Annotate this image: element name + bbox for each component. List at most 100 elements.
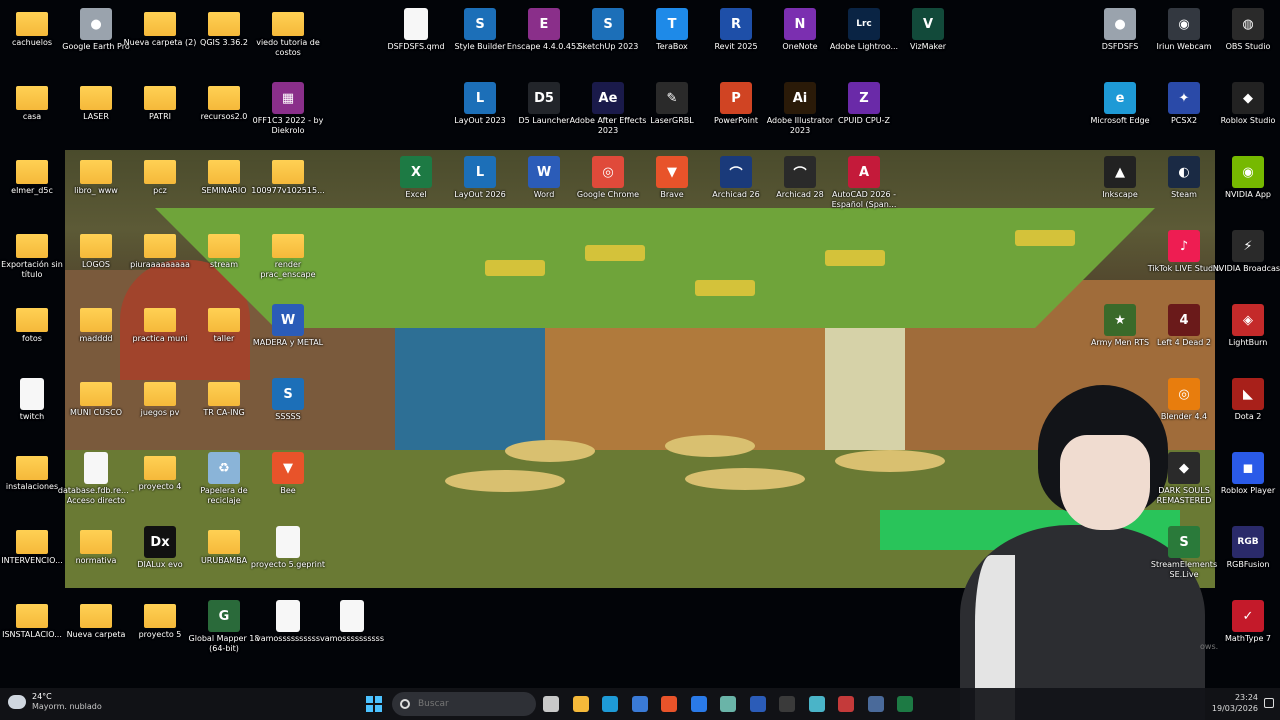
desktop-icon[interactable]: ● DSFDSFS xyxy=(1088,2,1152,74)
desktop-icon[interactable]: proyecto 5.geprint xyxy=(251,520,325,592)
desktop-icon[interactable]: LOGOS xyxy=(64,224,128,296)
vscode-icon[interactable] xyxy=(690,696,707,712)
desktop-icon[interactable]: stream xyxy=(192,224,256,296)
weather-widget[interactable]: 24°C Mayorm. nublado xyxy=(8,692,102,712)
desktop-icon[interactable]: piuraaaaaaaaa xyxy=(128,224,192,296)
desktop-icon[interactable]: ISNSTALACIO... xyxy=(0,594,64,666)
store-icon[interactable] xyxy=(631,696,648,712)
desktop-icon[interactable]: RGB RGBFusion xyxy=(1216,520,1280,592)
desktop-icon[interactable]: ● Google Earth Pro xyxy=(62,2,130,74)
steam-icon[interactable] xyxy=(867,696,884,712)
desktop-icon[interactable]: INTERVENCIO... xyxy=(0,520,64,592)
excel-icon[interactable] xyxy=(897,696,913,712)
desktop-icon[interactable]: S SSSSS xyxy=(256,372,320,444)
desktop-icon[interactable]: DSFDSFS.qmd xyxy=(384,2,448,74)
desktop-icon[interactable]: Nueva carpeta xyxy=(64,594,128,666)
desktop-icon[interactable]: casa xyxy=(0,76,64,148)
desktop-icon[interactable]: T TeraBox xyxy=(640,2,704,74)
desktop-icon[interactable]: fotos xyxy=(0,298,64,370)
desktop-icon[interactable]: taller xyxy=(192,298,256,370)
desktop-icon[interactable]: ◆ DARK SOULS REMASTERED xyxy=(1152,446,1216,518)
desktop-icon[interactable]: ◈ LightBurn xyxy=(1216,298,1280,370)
desktop-icon[interactable]: S SketchUp 2023 xyxy=(576,2,640,74)
desktop-icon[interactable]: ✎ LaserGRBL xyxy=(640,76,704,148)
desktop-icon[interactable]: Z CPUID CPU-Z xyxy=(832,76,896,148)
desktop-icon[interactable]: normativa xyxy=(64,520,128,592)
notification-icon[interactable] xyxy=(1264,698,1274,708)
desktop-icon[interactable]: W MADERA y METAL xyxy=(253,298,323,370)
desktop-icon[interactable]: N OneNote xyxy=(768,2,832,74)
start-button[interactable] xyxy=(366,696,382,712)
vizmaker-icon[interactable] xyxy=(808,696,825,712)
file-explorer-icon[interactable] xyxy=(572,696,589,712)
desktop-icon[interactable]: viedo tutoria de costos xyxy=(256,2,320,74)
desktop-icon[interactable]: ★ Army Men RTS xyxy=(1088,298,1152,370)
desktop-icon[interactable]: database.fdb.re... - Acceso directo xyxy=(58,446,134,518)
desktop-icon[interactable]: A AutoCAD 2026 - Español (Span... xyxy=(832,150,896,222)
desktop-icon[interactable]: libro_ www xyxy=(64,150,128,222)
desktop-icon[interactable]: ▼ Bee xyxy=(256,446,320,518)
desktop-icon[interactable]: Ai Adobe Illustrator 2023 xyxy=(767,76,833,148)
desktop-icon[interactable]: S StreamElements SE.Live xyxy=(1151,520,1217,592)
notepad-icon[interactable] xyxy=(720,696,736,712)
desktop-icon[interactable]: E Enscape 4.4.0.452 xyxy=(507,2,581,74)
desktop-icon[interactable]: ⚡ NVIDIA Broadcast xyxy=(1213,224,1280,296)
desktop-icon[interactable]: X Excel xyxy=(384,150,448,222)
desktop-icon[interactable]: ▲ Inkscape xyxy=(1088,150,1152,222)
desktop-icon[interactable]: W Word xyxy=(512,150,576,222)
desktop-icon[interactable]: L LayOut 2023 xyxy=(448,76,512,148)
desktop-icon[interactable]: P PowerPoint xyxy=(704,76,768,148)
desktop-icon[interactable]: S Style Builder xyxy=(448,2,512,74)
desktop-icon[interactable]: 4 Left 4 Dead 2 xyxy=(1152,298,1216,370)
desktop-icon[interactable]: pcz xyxy=(128,150,192,222)
desktop-icon[interactable]: instalaciones xyxy=(0,446,64,518)
desktop-icon[interactable]: vamossssssssss xyxy=(320,594,384,666)
desktop-icon[interactable]: proyecto 4 xyxy=(128,446,192,518)
desktop-icon[interactable]: ♪ TikTok LIVE Studio xyxy=(1148,224,1220,296)
search-input[interactable] xyxy=(418,699,518,709)
edge-icon[interactable] xyxy=(602,696,618,712)
desktop-icon[interactable]: ⌒ Archicad 26 xyxy=(704,150,768,222)
desktop-icon[interactable]: Lrc Adobe Lightroo... xyxy=(830,2,898,74)
desktop-icon[interactable]: ♻ Papelera de reciclaje xyxy=(192,446,256,518)
desktop-icon[interactable]: URUBAMBA xyxy=(192,520,256,592)
desktop-icon[interactable]: recursos2.0 xyxy=(192,76,256,148)
desktop-icon[interactable]: ▦ 0FF1C3 2022 - by Diekrolo xyxy=(253,76,323,148)
desktop-icon[interactable]: madddd xyxy=(64,298,128,370)
desktop-icon[interactable]: Dx DIALux evo xyxy=(128,520,192,592)
desktop-icon[interactable]: R Revit 2025 xyxy=(704,2,768,74)
sketchup-icon[interactable] xyxy=(838,696,854,712)
desktop-icon[interactable]: TR CA-ING xyxy=(192,372,256,444)
desktop-icon[interactable]: Exportación sin título xyxy=(0,224,64,296)
desktop-icon[interactable]: cachuelos xyxy=(0,2,64,74)
system-clock[interactable]: 23:24 19/03/2026 xyxy=(1212,692,1258,714)
desktop-icon[interactable]: LASER xyxy=(64,76,128,148)
brave-icon[interactable] xyxy=(661,696,677,712)
desktop-icon[interactable]: ✦ PCSX2 xyxy=(1152,76,1216,148)
desktop-icon[interactable]: 100977v102515... xyxy=(251,150,325,222)
desktop-icon[interactable]: ◉ NVIDIA App xyxy=(1216,150,1280,222)
taskbar-search-box[interactable] xyxy=(392,692,536,716)
desktop-icon[interactable]: ✓ MathType 7 xyxy=(1216,594,1280,666)
desktop-icon[interactable]: L LayOut 2026 xyxy=(448,150,512,222)
desktop-icon[interactable]: D5 D5 Launcher xyxy=(512,76,576,148)
desktop-icon[interactable]: Ae Adobe After Effects 2023 xyxy=(570,76,646,148)
desktop-icon[interactable]: ◼ Roblox Player xyxy=(1216,446,1280,518)
desktop-icon[interactable]: Nueva carpeta (2) xyxy=(124,2,196,74)
desktop-icon[interactable]: V VizMaker xyxy=(896,2,960,74)
desktop-icon[interactable]: ◉ Iriun Webcam xyxy=(1152,2,1216,74)
desktop-icon[interactable]: QGIS 3.36.2 xyxy=(192,2,256,74)
desktop-icon[interactable]: render prac_enscape xyxy=(256,224,320,296)
desktop-icon[interactable]: G Global Mapper 18 (64-bit) xyxy=(189,594,259,666)
task-view-icon[interactable] xyxy=(543,696,559,712)
desktop-icon[interactable]: vamossssssssss xyxy=(256,594,320,666)
desktop-icon[interactable]: elmer_d5c xyxy=(0,150,64,222)
obs-icon[interactable] xyxy=(779,696,795,712)
desktop-icon[interactable]: e Microsoft Edge xyxy=(1088,76,1152,148)
desktop-icon[interactable]: ◐ Steam xyxy=(1152,150,1216,222)
desktop-icon[interactable]: ◣ Dota 2 xyxy=(1216,372,1280,444)
desktop-icon[interactable]: PATRI xyxy=(128,76,192,148)
desktop-icon[interactable]: twitch xyxy=(0,372,64,444)
desktop-icon[interactable]: ◎ Google Chrome xyxy=(576,150,640,222)
word-icon[interactable] xyxy=(749,696,766,712)
